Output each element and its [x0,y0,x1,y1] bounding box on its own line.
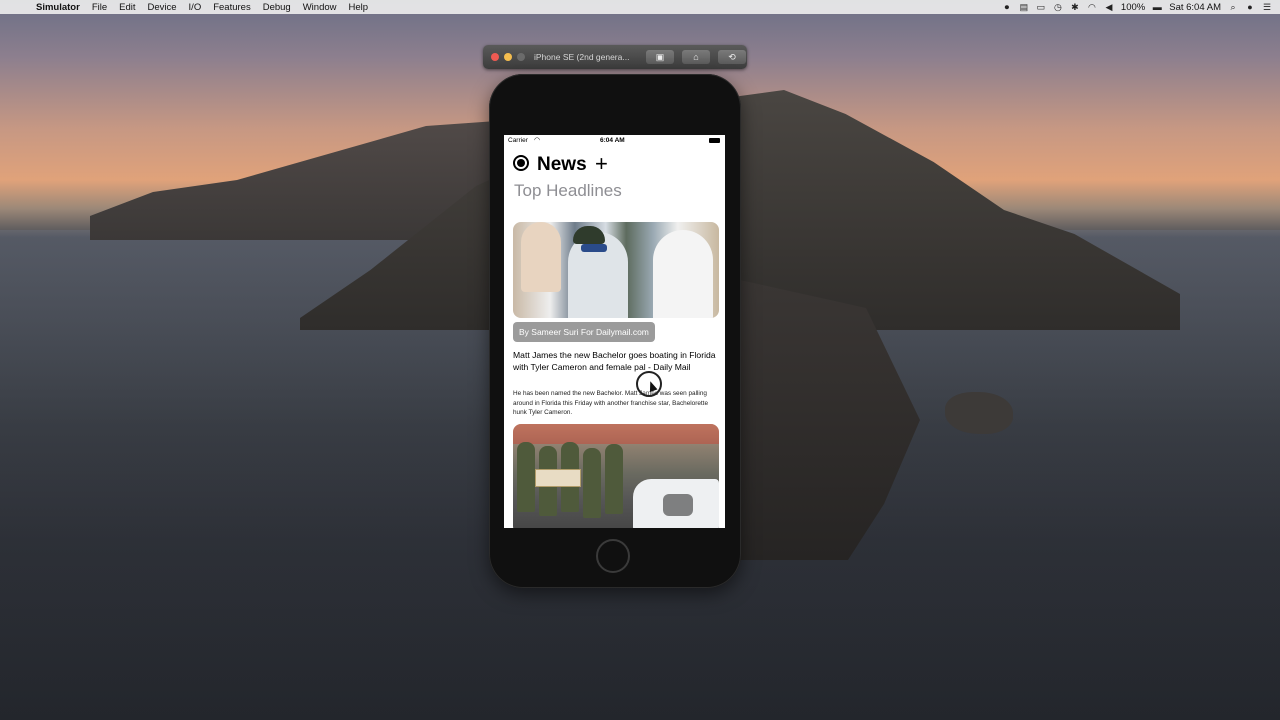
notification-center-icon[interactable]: ☰ [1262,2,1272,12]
spotlight-search-icon[interactable]: ⌕ [1228,2,1238,12]
menu-window[interactable]: Window [303,2,337,13]
simulator-toolbar: iPhone SE (2nd genera... ▣ ⌂ ⟲ [483,45,747,69]
device-home-button[interactable] [596,539,630,573]
zoom-window-button[interactable] [517,53,525,61]
battery-icon [709,138,720,143]
menu-debug[interactable]: Debug [263,2,291,13]
airplay-icon[interactable]: ▭ [1036,2,1046,12]
news-logo-icon [513,155,529,171]
home-button[interactable]: ⌂ [682,50,710,64]
battery-percent[interactable]: 100% [1121,2,1145,13]
siri-icon[interactable]: ● [1245,2,1255,12]
time-machine-icon[interactable]: ◷ [1053,2,1063,12]
menu-io[interactable]: I/O [189,2,202,13]
article-source-badge: By Sameer Suri For Dailymail.com [513,322,655,342]
menu-app-name[interactable]: Simulator [36,2,80,13]
wifi-signal-icon: ◠ [534,137,541,144]
minimize-window-button[interactable] [504,53,512,61]
home-icon: ⌂ [693,52,699,62]
screenshot-button[interactable]: ▣ [646,50,674,64]
carrier-label: Carrier [508,137,528,144]
status-menus: ⏺ ▤ ▭ ◷ ✱ ◠ ◀ 100% ▬ Sat 6:04 AM ⌕ ● ☰ [1002,2,1280,13]
article-headline[interactable]: Matt James the new Bachelor goes boating… [513,349,719,373]
menu-device[interactable]: Device [148,2,177,13]
camera-icon: ▣ [655,51,665,62]
ios-status-bar: Carrier ◠ 6:04 AM [504,135,725,147]
bluetooth-icon[interactable]: ✱ [1070,2,1080,12]
menu-help[interactable]: Help [349,2,369,13]
save-icon[interactable]: ▤ [1019,2,1029,12]
iphone-device: Carrier ◠ 6:04 AM News + Top Headlines B… [489,74,741,588]
menu-file[interactable]: File [92,2,107,13]
wifi-icon[interactable]: ◠ [1087,2,1097,12]
app-header: News + [504,147,725,179]
add-button[interactable]: + [595,151,608,177]
simulator-title: iPhone SE (2nd genera... [534,52,630,62]
close-window-button[interactable] [491,53,499,61]
volume-icon[interactable]: ◀ [1104,2,1114,12]
menu-features[interactable]: Features [213,2,251,13]
wallpaper-rock [945,392,1013,434]
article-image[interactable] [513,222,719,318]
device-screen[interactable]: Carrier ◠ 6:04 AM News + Top Headlines B… [504,135,725,528]
status-time: 6:04 AM [600,137,625,144]
menu-edit[interactable]: Edit [119,2,135,13]
record-icon[interactable]: ⏺ [1002,2,1012,12]
menu-clock[interactable]: Sat 6:04 AM [1169,2,1221,13]
article-summary: He has been named the new Bachelor. Matt… [513,390,709,416]
battery-icon[interactable]: ▬ [1152,2,1162,12]
section-title: Top Headlines [514,181,622,200]
app-title: News [537,154,587,175]
article-image-next[interactable] [513,424,719,528]
rotate-button[interactable]: ⟲ [718,50,746,64]
menu-bar: Simulator File Edit Device I/O Features … [0,0,1280,14]
rotate-icon: ⟲ [728,51,736,62]
